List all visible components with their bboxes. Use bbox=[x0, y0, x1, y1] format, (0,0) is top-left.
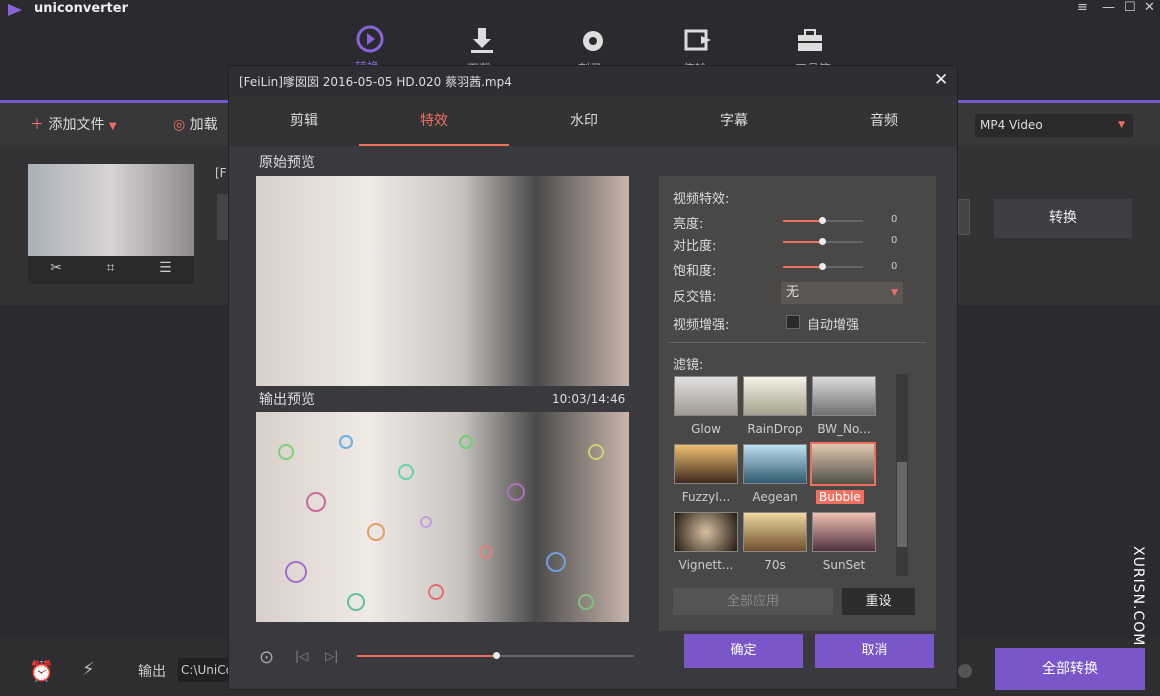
original-preview-label: 原始预览 bbox=[259, 155, 315, 171]
menu-icon[interactable]: ≡ bbox=[1077, 0, 1088, 15]
crop-icon[interactable]: ⌗ bbox=[107, 260, 115, 276]
contrast-value: 0 bbox=[891, 235, 898, 246]
adjust-icon[interactable]: ☰ bbox=[159, 260, 172, 276]
filter-thumb bbox=[743, 376, 807, 416]
maximize-icon[interactable]: ☐ bbox=[1124, 0, 1136, 15]
file-thumbnail[interactable]: ✂ ⌗ ☰ bbox=[28, 164, 194, 284]
output-label: 输出 bbox=[138, 664, 166, 680]
filter-item-bw[interactable]: BW_No... bbox=[812, 376, 879, 436]
toggle-switch[interactable] bbox=[958, 664, 972, 678]
seek-knob[interactable] bbox=[492, 652, 500, 659]
effects-dialog: [FeiLin]嗲囡囡 2016-05-05 HD.020 蔡羽茜.mp4 ✕ … bbox=[228, 65, 958, 690]
effects-panel: 视频特效: 亮度: 0 对比度: 0 饱和度: 0 反交错: 无 ▼ 视频增强:… bbox=[659, 176, 936, 631]
seek-fill bbox=[357, 655, 496, 657]
filter-item-glow[interactable]: Glow bbox=[674, 376, 741, 436]
saturation-value: 0 bbox=[891, 261, 898, 272]
tab-subtitle[interactable]: 字幕 bbox=[659, 96, 809, 146]
auto-enhance-checkbox[interactable] bbox=[786, 315, 800, 329]
convert-icon bbox=[356, 25, 384, 53]
app-logo-icon bbox=[6, 2, 24, 21]
scrollbar-thumb[interactable] bbox=[897, 462, 907, 547]
divider bbox=[669, 342, 926, 343]
output-path-field[interactable]: C:\UniCo bbox=[178, 658, 228, 682]
ok-button[interactable]: 确定 bbox=[684, 634, 803, 668]
toolbox-icon bbox=[798, 29, 822, 51]
filter-item-bubble[interactable]: Bubble bbox=[810, 442, 876, 505]
deinterlace-label: 反交错: bbox=[673, 290, 717, 305]
saturation-label: 饱和度: bbox=[673, 264, 717, 279]
close-icon[interactable]: ✕ bbox=[934, 70, 948, 90]
time-display: 10:03/14:46 bbox=[552, 392, 626, 406]
contrast-label: 对比度: bbox=[673, 239, 717, 254]
filter-thumb bbox=[743, 512, 807, 552]
auto-enhance-label: 自动增强 bbox=[807, 318, 860, 333]
format-select[interactable]: MP4 Video ▼ bbox=[975, 114, 1133, 137]
disc-icon: ◎ bbox=[173, 117, 186, 133]
thumbnail-image bbox=[28, 164, 194, 256]
tab-bar: 剪辑 特效 水印 字幕 音频 bbox=[229, 96, 957, 146]
dialog-titlebar: [FeiLin]嗲囡囡 2016-05-05 HD.020 蔡羽茜.mp4 ✕ bbox=[229, 66, 957, 96]
filter-grid: Glow RainDrop BW_No... FuzzyI... Aegean … bbox=[669, 376, 884, 576]
play-icon[interactable]: ⊙ bbox=[259, 647, 274, 668]
tab-audio[interactable]: 音频 bbox=[809, 96, 959, 146]
file-name: [F bbox=[215, 166, 227, 180]
file-detail-box bbox=[217, 194, 228, 240]
next-frame-icon[interactable]: ▷| bbox=[325, 649, 338, 663]
filter-thumb bbox=[674, 376, 738, 416]
filter-item-raindrop[interactable]: RainDrop bbox=[743, 376, 810, 436]
filter-item-70s[interactable]: 70s bbox=[743, 512, 810, 572]
filter-item-sunset[interactable]: SunSet bbox=[812, 512, 879, 572]
load-button[interactable]: ◎ 加载 bbox=[173, 114, 218, 134]
chevron-down-icon: ▼ bbox=[108, 121, 117, 132]
filter-thumb bbox=[810, 442, 876, 486]
filter-thumb bbox=[674, 444, 738, 484]
filter-item-vignette[interactable]: Vignett... bbox=[674, 512, 741, 572]
convert-button[interactable]: 转换 bbox=[994, 199, 1132, 238]
filter-scrollbar[interactable] bbox=[896, 374, 908, 576]
filters-header: 滤镜: bbox=[673, 358, 704, 373]
alarm-icon[interactable]: ⏰ bbox=[29, 659, 54, 683]
contrast-knob[interactable] bbox=[819, 238, 826, 245]
lightning-icon[interactable]: ⚡ bbox=[82, 659, 95, 680]
add-files-button[interactable]: ＋ 添加文件 ▼ bbox=[30, 114, 117, 134]
minimize-icon[interactable]: — bbox=[1102, 0, 1115, 15]
saturation-knob[interactable] bbox=[819, 263, 826, 270]
transfer-icon bbox=[684, 29, 711, 51]
burn-icon bbox=[583, 31, 603, 51]
convert-all-button[interactable]: 全部转换 bbox=[995, 648, 1145, 690]
filter-thumb bbox=[812, 512, 876, 552]
bubble-overlay bbox=[278, 435, 604, 611]
filter-item-aegean[interactable]: Aegean bbox=[743, 444, 810, 504]
download-icon bbox=[471, 28, 493, 53]
apply-all-button[interactable]: 全部应用 bbox=[673, 588, 833, 615]
deinterlace-select[interactable]: 无 ▼ bbox=[781, 282, 903, 304]
brightness-label: 亮度: bbox=[673, 217, 704, 232]
watermark-text: XURISN.COM bbox=[1130, 546, 1146, 647]
scissors-icon[interactable]: ✂ bbox=[50, 260, 62, 276]
filter-thumb bbox=[812, 376, 876, 416]
target-box bbox=[958, 199, 970, 235]
filter-thumb bbox=[674, 512, 738, 552]
output-preview-image bbox=[256, 412, 629, 622]
brightness-value: 0 bbox=[891, 214, 898, 225]
output-preview-label: 输出预览 bbox=[259, 392, 315, 408]
close-window-icon[interactable]: ✕ bbox=[1144, 0, 1155, 15]
reset-button[interactable]: 重设 bbox=[842, 588, 915, 615]
cancel-button[interactable]: 取消 bbox=[815, 634, 934, 668]
plus-icon: ＋ bbox=[30, 117, 44, 133]
app-title: uniconverter bbox=[34, 1, 129, 16]
original-preview-image bbox=[256, 176, 629, 386]
filter-thumb bbox=[743, 444, 807, 484]
tab-effects[interactable]: 特效 bbox=[359, 96, 509, 146]
tab-watermark[interactable]: 水印 bbox=[509, 96, 659, 146]
dialog-title: [FeiLin]嗲囡囡 2016-05-05 HD.020 蔡羽茜.mp4 bbox=[239, 75, 512, 89]
enhance-label: 视频增强: bbox=[673, 318, 730, 333]
chevron-down-icon: ▼ bbox=[891, 288, 898, 298]
tab-edit[interactable]: 剪辑 bbox=[229, 96, 379, 146]
video-effects-header: 视频特效: bbox=[673, 192, 730, 207]
brightness-knob[interactable] bbox=[819, 217, 826, 224]
prev-frame-icon[interactable]: |◁ bbox=[295, 649, 308, 663]
chevron-down-icon: ▼ bbox=[1118, 120, 1125, 130]
filter-item-fuzzy[interactable]: FuzzyI... bbox=[674, 444, 741, 504]
